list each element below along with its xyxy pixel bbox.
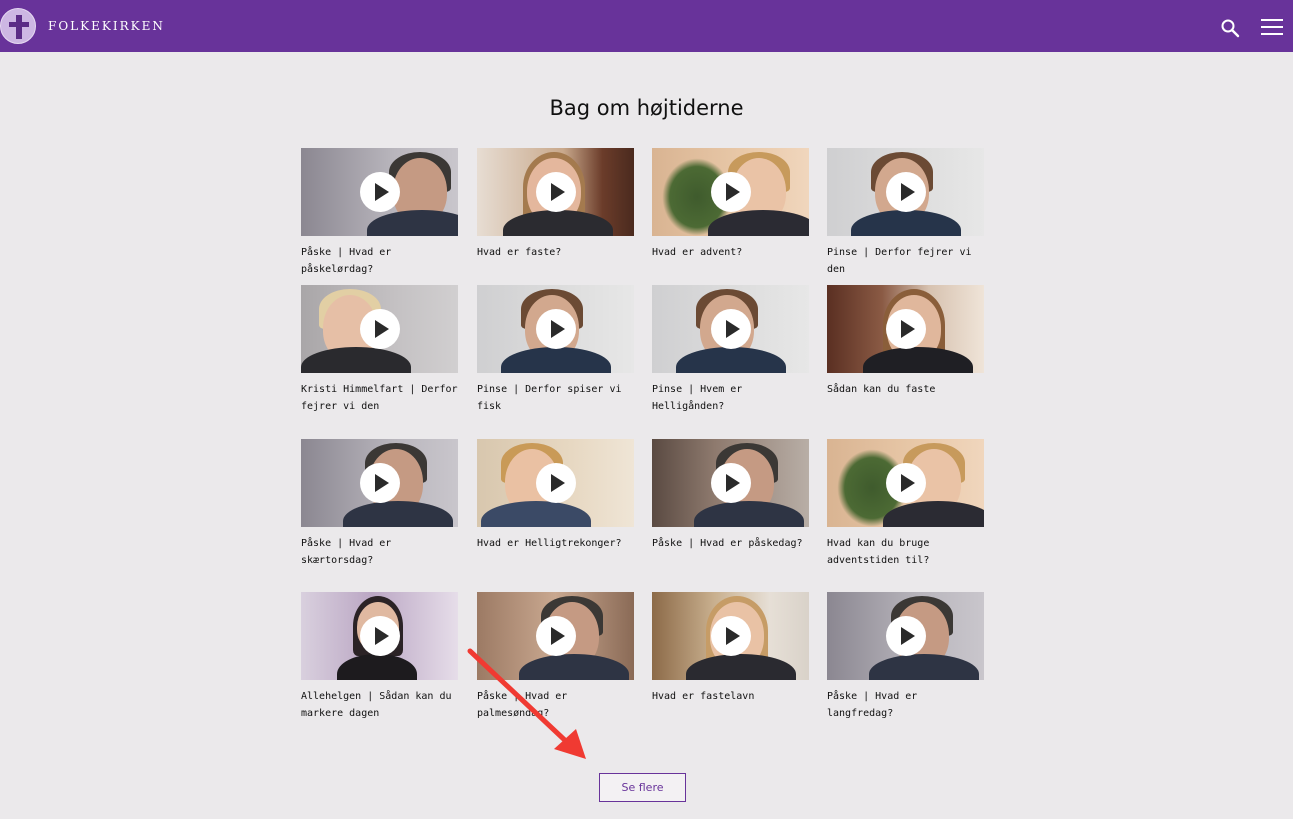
video-thumbnail[interactable] [477, 439, 634, 527]
video-title[interactable]: Pinse | Hvem er Helligånden? [652, 381, 812, 415]
video-title[interactable]: Sådan kan du faste [827, 381, 987, 398]
play-icon[interactable] [711, 463, 751, 503]
video-title[interactable]: Kristi Himmelfart | Derfor fejrer vi den [301, 381, 461, 415]
video-title[interactable]: Hvad er Helligtrekonger? [477, 535, 637, 552]
video-title[interactable]: Hvad er advent? [652, 244, 812, 261]
video-thumbnail[interactable] [652, 592, 809, 680]
video-title[interactable]: Hvad kan du bruge adventstiden til? [827, 535, 987, 569]
video-thumbnail[interactable] [827, 592, 984, 680]
video-title[interactable]: Påske | Hvad er langfredag? [827, 688, 987, 722]
play-icon[interactable] [536, 616, 576, 656]
video-card[interactable]: Allehelgen | Sådan kan du markere dagen [301, 592, 458, 722]
video-thumbnail[interactable] [827, 148, 984, 236]
video-card[interactable]: Pinse | Hvem er Helligånden? [652, 285, 809, 415]
video-card[interactable]: Påske | Hvad er langfredag? [827, 592, 984, 722]
video-thumbnail[interactable] [477, 285, 634, 373]
video-grid: Påske | Hvad er påskelørdag? Hvad er fas… [0, 0, 1293, 819]
play-icon[interactable] [711, 616, 751, 656]
video-card[interactable]: Hvad er faste? [477, 148, 634, 261]
video-thumbnail[interactable] [652, 439, 809, 527]
video-thumbnail[interactable] [827, 439, 984, 527]
video-title[interactable]: Allehelgen | Sådan kan du markere dagen [301, 688, 461, 722]
video-thumbnail[interactable] [301, 439, 458, 527]
video-card[interactable]: Hvad er advent? [652, 148, 809, 261]
play-icon[interactable] [360, 172, 400, 212]
video-thumbnail[interactable] [652, 148, 809, 236]
play-icon[interactable] [536, 309, 576, 349]
video-title[interactable]: Pinse | Derfor spiser vi fisk [477, 381, 637, 415]
video-thumbnail[interactable] [301, 285, 458, 373]
play-icon[interactable] [886, 309, 926, 349]
video-card[interactable]: Sådan kan du faste [827, 285, 984, 398]
video-thumbnail[interactable] [477, 148, 634, 236]
video-title[interactable]: Påske | Hvad er palmesøndag? [477, 688, 637, 722]
video-card[interactable]: Pinse | Derfor spiser vi fisk [477, 285, 634, 415]
video-title[interactable]: Hvad er faste? [477, 244, 637, 261]
play-icon[interactable] [360, 463, 400, 503]
video-thumbnail[interactable] [477, 592, 634, 680]
play-icon[interactable] [536, 172, 576, 212]
video-card[interactable]: Påske | Hvad er påskelørdag? [301, 148, 458, 278]
video-card[interactable]: Påske | Hvad er palmesøndag? [477, 592, 634, 722]
video-title[interactable]: Påske | Hvad er påskelørdag? [301, 244, 461, 278]
video-thumbnail[interactable] [301, 148, 458, 236]
video-title[interactable]: Pinse | Derfor fejrer vi den [827, 244, 987, 278]
video-card[interactable]: Hvad kan du bruge adventstiden til? [827, 439, 984, 569]
video-card[interactable]: Kristi Himmelfart | Derfor fejrer vi den [301, 285, 458, 415]
video-thumbnail[interactable] [827, 285, 984, 373]
video-thumbnail[interactable] [652, 285, 809, 373]
play-icon[interactable] [360, 616, 400, 656]
video-title[interactable]: Hvad er fastelavn [652, 688, 812, 705]
video-thumbnail[interactable] [301, 592, 458, 680]
play-icon[interactable] [886, 172, 926, 212]
play-icon[interactable] [886, 463, 926, 503]
video-card[interactable]: Påske | Hvad er skærtorsdag? [301, 439, 458, 569]
video-card[interactable]: Hvad er fastelavn [652, 592, 809, 705]
video-title[interactable]: Påske | Hvad er skærtorsdag? [301, 535, 461, 569]
see-more-button[interactable]: Se flere [599, 773, 686, 802]
play-icon[interactable] [886, 616, 926, 656]
play-icon[interactable] [536, 463, 576, 503]
play-icon[interactable] [360, 309, 400, 349]
video-card[interactable]: Pinse | Derfor fejrer vi den [827, 148, 984, 278]
video-card[interactable]: Hvad er Helligtrekonger? [477, 439, 634, 552]
video-card[interactable]: Påske | Hvad er påskedag? [652, 439, 809, 552]
play-icon[interactable] [711, 172, 751, 212]
video-title[interactable]: Påske | Hvad er påskedag? [652, 535, 812, 552]
play-icon[interactable] [711, 309, 751, 349]
